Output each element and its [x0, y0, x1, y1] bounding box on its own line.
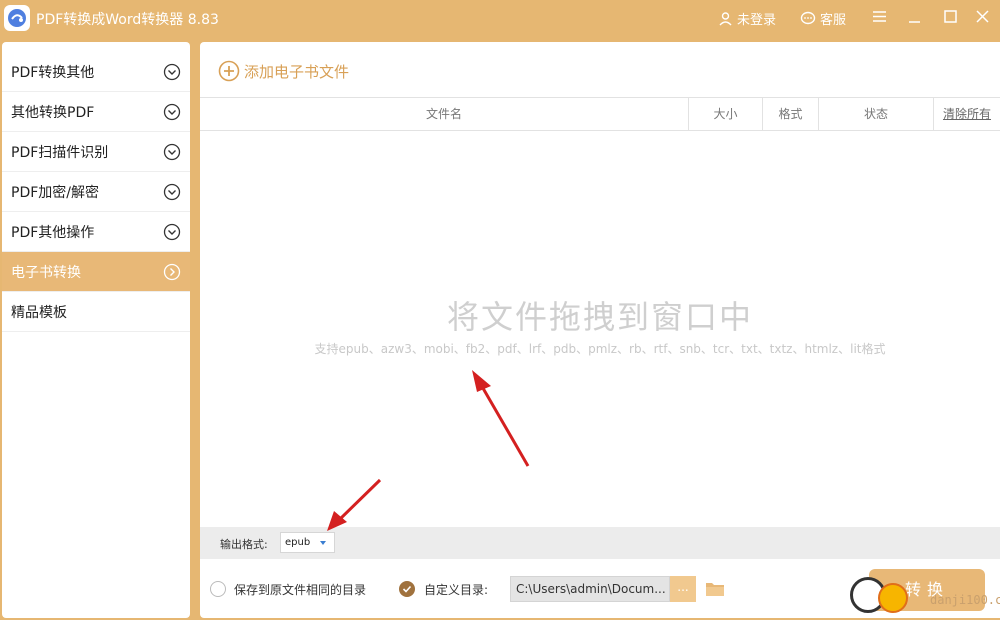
maximize-icon — [944, 10, 957, 23]
sidebar-item-label: PDF转换其他 — [11, 64, 95, 81]
save-same-dir-label: 保存到原文件相同的目录 — [234, 583, 367, 597]
output-format-value: epub — [285, 537, 311, 548]
sidebar-item-label: 精品模板 — [11, 304, 67, 321]
user-icon — [719, 12, 732, 26]
chevron-right-icon — [163, 263, 181, 281]
sidebar-item-ebook-convert[interactable]: 电子书转换 — [2, 252, 190, 292]
sidebar-item-templates[interactable]: 精品模板 — [2, 292, 190, 332]
close-icon — [976, 10, 989, 23]
sidebar-item-label: PDF加密/解密 — [11, 184, 99, 201]
menu-button[interactable] — [872, 10, 887, 23]
sidebar-item-label: PDF扫描件识别 — [11, 144, 109, 161]
check-icon — [402, 585, 412, 593]
sidebar-item-label: 电子书转换 — [11, 264, 81, 281]
service-button[interactable]: 客服 — [800, 9, 846, 28]
folder-icon[interactable] — [705, 580, 725, 598]
app-logo-icon — [4, 5, 30, 31]
sidebar-item-pdf-scan-ocr[interactable]: PDF扫描件识别 — [2, 132, 190, 172]
column-format: 格式 — [763, 98, 819, 130]
main-panel: 添加电子书文件 文件名 大小 格式 状态 清除所有 将文件拖拽到窗口中 支持ep… — [200, 42, 1000, 618]
save-same-dir-radio[interactable] — [210, 581, 226, 597]
sidebar-item-pdf-to-other[interactable]: PDF转换其他 — [2, 52, 190, 92]
add-circle-icon — [218, 60, 240, 82]
add-ebook-file-button[interactable]: 添加电子书文件 — [218, 60, 349, 82]
add-file-label: 添加电子书文件 — [244, 62, 350, 81]
title-bar: PDF转换成Word转换器 8.83 未登录 客服 — [0, 0, 1000, 36]
hamburger-icon — [873, 11, 886, 22]
drop-zone-title: 将文件拖拽到窗口中 — [446, 298, 753, 336]
watermark-badge-icon — [878, 583, 908, 613]
file-table-header: 文件名 大小 格式 状态 清除所有 — [200, 97, 1000, 131]
watermark-text: danji100.com — [930, 593, 1000, 607]
minimize-icon — [909, 21, 920, 23]
output-format-label: 输出格式: — [220, 538, 268, 551]
service-label: 客服 — [820, 13, 847, 28]
login-button[interactable]: 未登录 — [718, 9, 776, 28]
output-format-select[interactable]: epub — [280, 532, 335, 553]
chevron-down-icon — [163, 143, 181, 161]
watermark-logo: danji100.com — [850, 577, 1000, 617]
chevron-down-icon — [163, 63, 181, 81]
close-button[interactable] — [976, 10, 989, 23]
custom-dir-radio[interactable] — [399, 581, 415, 597]
drop-zone-subtitle: 支持epub、azw3、mobi、fb2、pdf、lrf、pdb、pmlz、rb… — [314, 342, 886, 356]
sidebar-item-label: 其他转换PDF — [11, 104, 95, 121]
column-filename: 文件名 — [200, 98, 689, 130]
clear-all-link[interactable]: 清除所有 — [934, 98, 1000, 130]
output-path-field[interactable]: C:\Users\admin\Docum... — [510, 576, 670, 602]
browse-path-button[interactable]: ... — [670, 576, 696, 602]
sidebar-item-pdf-encrypt[interactable]: PDF加密/解密 — [2, 172, 190, 212]
app-title: PDF转换成Word转换器 8.83 — [36, 12, 219, 28]
sidebar: PDF转换其他 其他转换PDF PDF扫描件识别 PDF加密/解密 PDF其他操… — [2, 42, 190, 618]
maximize-button[interactable] — [944, 10, 957, 23]
custom-dir-label: 自定义目录: — [424, 583, 489, 597]
minimize-button[interactable] — [908, 10, 921, 23]
login-label: 未登录 — [737, 13, 777, 28]
chat-icon — [800, 11, 816, 25]
dropdown-caret-icon — [320, 541, 326, 545]
sidebar-item-pdf-other-ops[interactable]: PDF其他操作 — [2, 212, 190, 252]
column-size: 大小 — [689, 98, 763, 130]
column-status: 状态 — [819, 98, 934, 130]
chevron-down-icon — [163, 223, 181, 241]
sidebar-item-label: PDF其他操作 — [11, 224, 95, 241]
chevron-down-icon — [163, 103, 181, 121]
sidebar-item-other-to-pdf[interactable]: 其他转换PDF — [2, 92, 190, 132]
chevron-down-icon — [163, 183, 181, 201]
output-format-bar: 输出格式: epub — [200, 527, 1000, 559]
